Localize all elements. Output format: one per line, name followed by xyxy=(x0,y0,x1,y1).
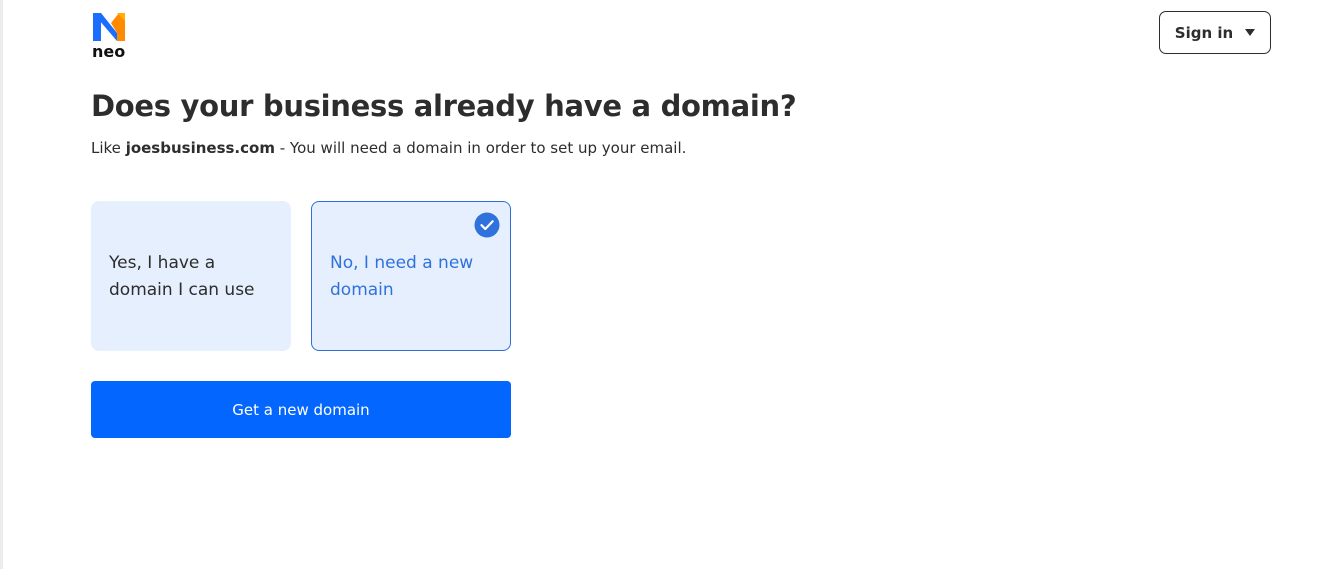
subtitle-suffix: - You will need a domain in order to set… xyxy=(279,139,687,157)
option-need-new-domain-line1: No, I need a new xyxy=(330,253,474,273)
subtitle-domain-example: joesbusiness.com xyxy=(125,139,275,157)
neo-logo-mark-icon xyxy=(93,13,125,41)
page: neo Sign in Does your business already h… xyxy=(0,0,1337,569)
logo-text: neo xyxy=(92,42,126,61)
option-need-new-domain-label: No, I need a new domain xyxy=(330,250,473,304)
option-need-new-domain[interactable]: No, I need a new domain xyxy=(311,201,511,351)
sign-in-label: Sign in xyxy=(1174,23,1234,42)
option-have-domain[interactable]: Yes, I have a domain I can use xyxy=(91,201,291,351)
option-have-domain-line2: domain I can use xyxy=(109,280,255,300)
option-have-domain-line1: Yes, I have a xyxy=(109,253,216,273)
get-new-domain-button[interactable]: Get a new domain xyxy=(91,381,511,438)
option-have-domain-label: Yes, I have a domain I can use xyxy=(109,250,255,304)
sign-in-dropdown-button[interactable]: Sign in xyxy=(1159,11,1271,54)
neo-logo[interactable]: neo xyxy=(91,11,131,63)
subtitle-prefix: Like xyxy=(91,139,121,157)
caret-down-icon xyxy=(1245,29,1256,36)
option-need-new-domain-line2: domain xyxy=(330,280,394,300)
checkmark-circle-icon xyxy=(474,212,500,238)
page-subtitle: Like joesbusiness.com - You will need a … xyxy=(91,139,686,157)
page-title: Does your business already have a domain… xyxy=(91,89,797,123)
